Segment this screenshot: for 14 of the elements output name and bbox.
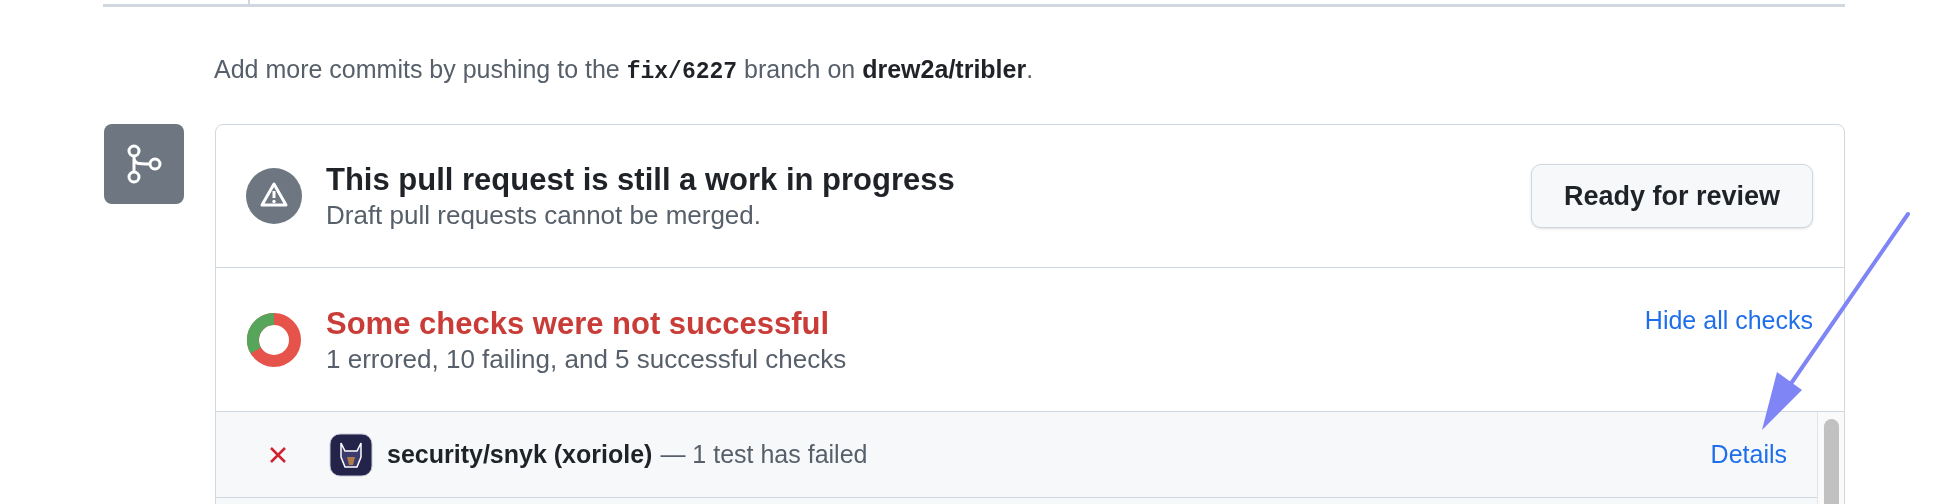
hide-checks-link[interactable]: Hide all checks — [1644, 302, 1813, 340]
draft-subtitle: Draft pull requests cannot be merged. — [326, 199, 763, 231]
ready-for-review-button[interactable]: Ready for review — [1530, 164, 1813, 228]
checks-donut-icon — [246, 311, 302, 368]
draft-title: This pull request is still a work in progress — [326, 161, 956, 199]
warning-icon — [246, 168, 302, 224]
details-link[interactable]: Details — [1710, 435, 1787, 474]
branch-icon — [126, 144, 162, 184]
check-name: security/snyk (xoriole) — [387, 438, 653, 470]
checks-subtitle: 1 errored, 10 failing, and 5 successful checks — [326, 342, 848, 375]
check-description: — 1 test has failed — [660, 438, 869, 470]
checks-title: Some checks were not successful — [326, 304, 831, 343]
dog-avatar-icon — [329, 432, 373, 477]
commit-hint: Add more commits by pushing to the fix/6227 branch on drew2a/tribler. — [214, 54, 1035, 87]
